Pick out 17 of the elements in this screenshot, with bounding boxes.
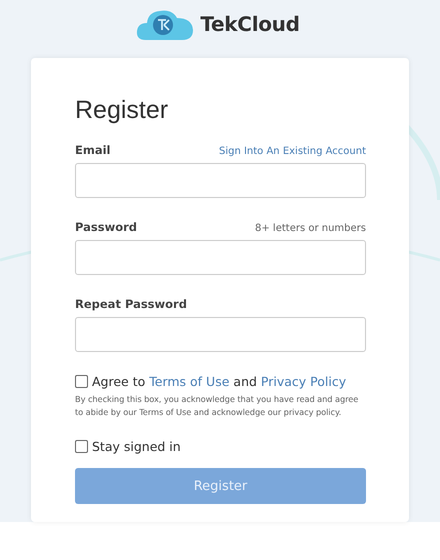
checkbox[interactable]	[75, 375, 88, 388]
checkbox-label: Stay signed in	[92, 439, 181, 454]
field-hint: 8+ letters or numbers	[255, 223, 366, 234]
input-field[interactable]	[75, 163, 366, 198]
checkbox[interactable]	[75, 440, 88, 453]
brand-name: TekCloud	[200, 12, 300, 36]
agreement-note: By checking this box, you acknowledge that you have read and agree to abide by our Terms of Use and acknowledge our privacy policy.	[75, 393, 360, 419]
sign-in-link[interactable]: Sign Into An Existing Account	[218, 146, 366, 157]
input-field[interactable]	[75, 317, 366, 352]
privacy-link[interactable]: Privacy Policy	[260, 374, 346, 389]
field-label: Repeat Password	[75, 297, 187, 311]
field-label: Email	[75, 143, 110, 157]
terms-link[interactable]: Terms of Use	[149, 374, 230, 389]
field-label: Password	[75, 220, 137, 234]
input-field[interactable]	[75, 240, 366, 275]
form-title: Register	[75, 96, 170, 125]
agree-text: Agree to Terms of Use and Privacy Policy	[92, 374, 346, 389]
